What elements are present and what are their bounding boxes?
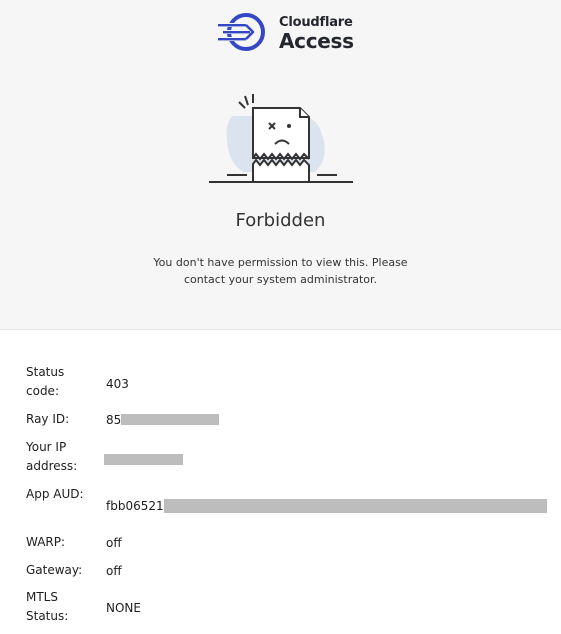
ray-id-label: Ray ID: [26,412,70,426]
mtls-label: MTLS Status: [26,590,69,623]
gateway-value: off [106,564,122,578]
status-code-label: Status code: [26,365,65,398]
ray-id-value: 85 [106,413,122,427]
error-header-panel: Cloudflare Access Forbidden You don't ha… [0,0,561,330]
error-message: You don't have permission to view this. … [153,256,408,286]
status-code-value: 403 [106,377,129,391]
redacted-block [121,414,220,425]
redacted-block [163,498,547,513]
ip-address-value-wrapper [104,452,183,468]
warp-value: off [106,536,122,550]
app-aud-value: fbb06521 [106,499,164,513]
app-aud-label: App AUD: [26,487,84,501]
error-title: Forbidden [235,210,326,231]
access-arrows-icon [218,13,265,51]
ray-id-value-wrapper: 85 [106,412,220,428]
brand-name-small: Cloudflare [279,15,353,30]
cloudflare-access-logo: Cloudflare Access [216,12,356,54]
warp-label: WARP: [26,535,66,549]
broken-page-icon [209,94,353,183]
gateway-label: Gateway: [26,563,83,577]
app-aud-value-wrapper: fbb06521 [106,498,547,514]
brand-name-big: Access [279,29,354,53]
mtls-value: NONE [106,601,141,615]
ip-address-label: Your IP address: [26,440,78,473]
redacted-block [104,454,183,465]
